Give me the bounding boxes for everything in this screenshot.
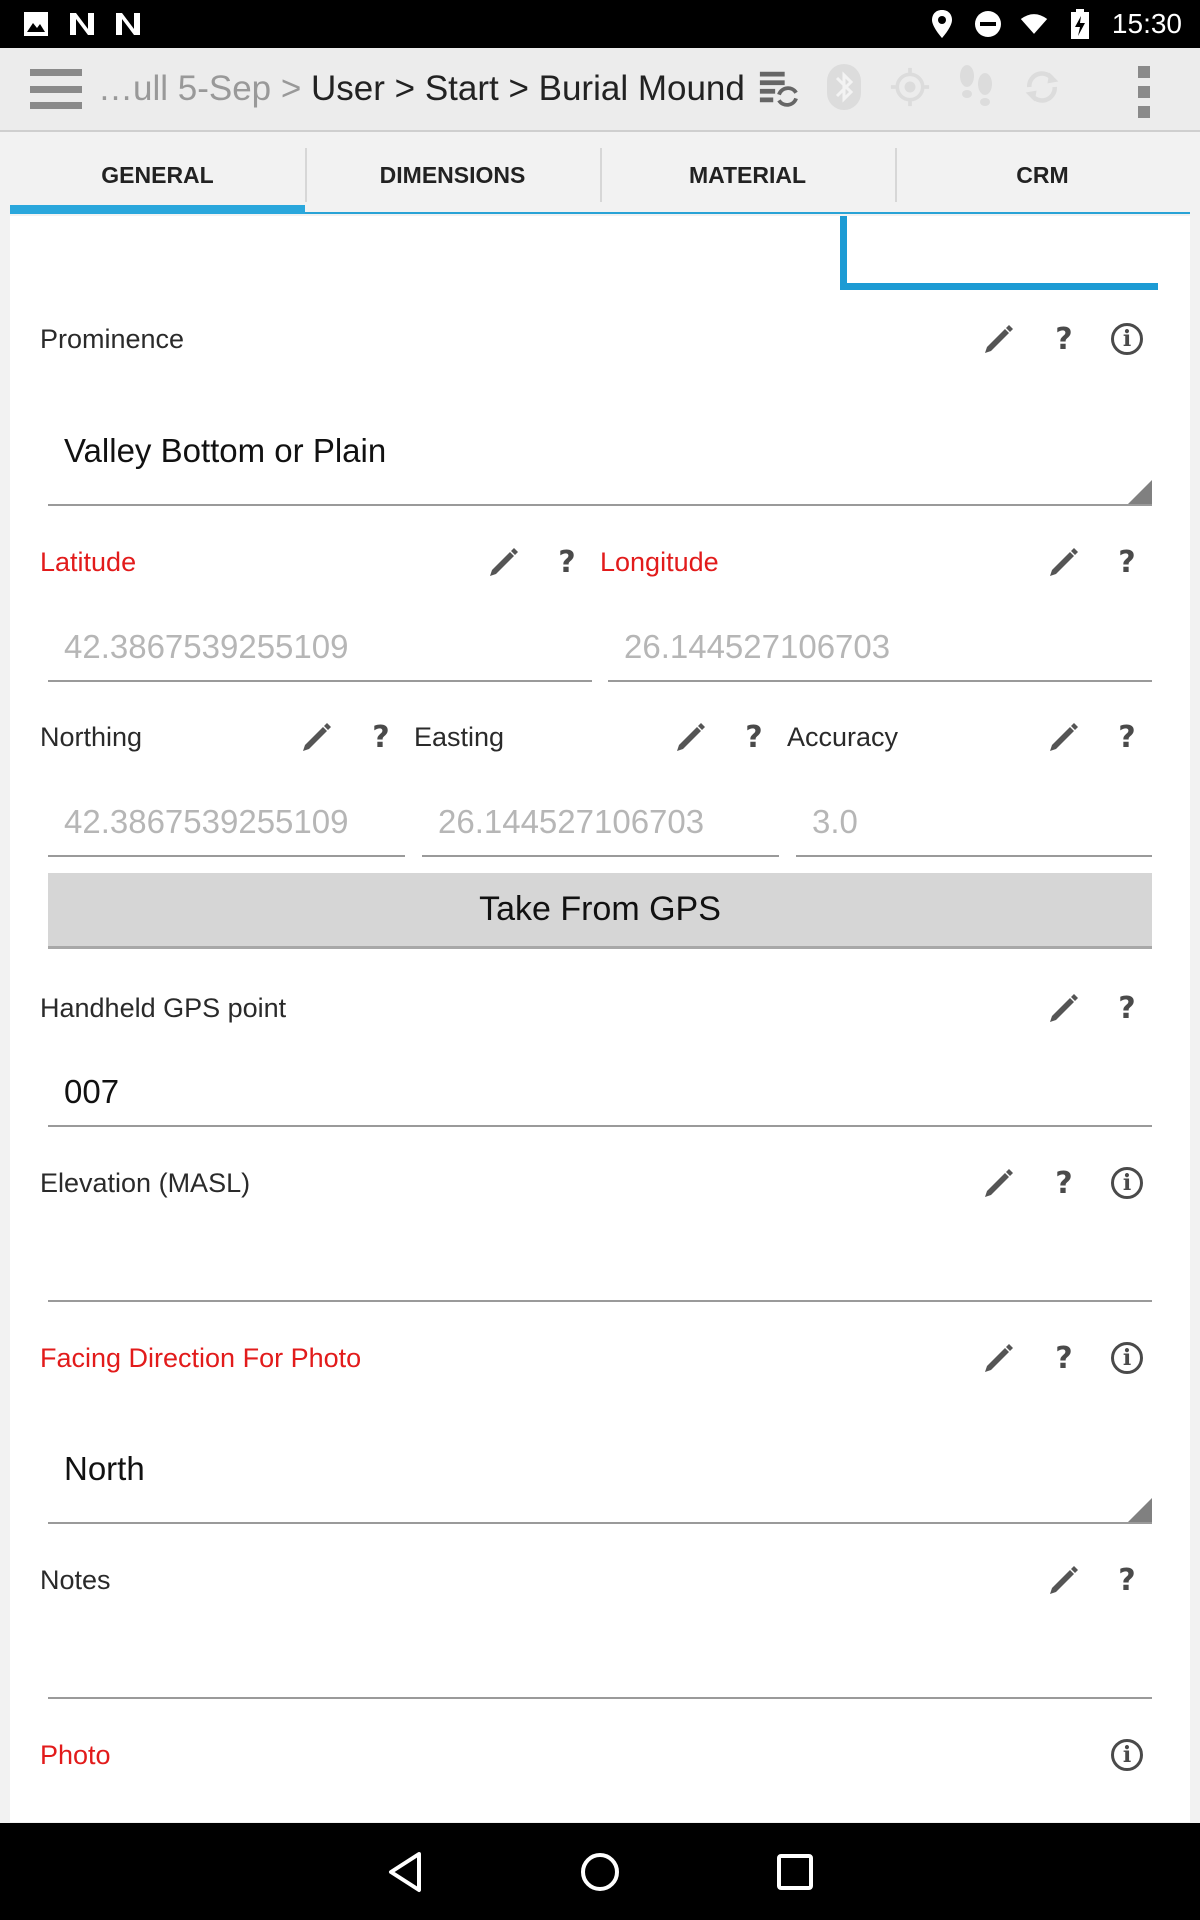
help-icon[interactable]: ? xyxy=(1108,543,1146,581)
accuracy-placeholder: 3.0 xyxy=(812,803,858,840)
handheld-gps-label: Handheld GPS point xyxy=(40,993,287,1023)
pencil-icon[interactable] xyxy=(1045,718,1083,756)
clock: 15:30 xyxy=(1111,8,1182,39)
northing-label: Northing xyxy=(40,722,143,752)
n-icon xyxy=(114,10,142,38)
tab-crm[interactable]: CRM xyxy=(895,148,1190,214)
help-icon[interactable]: ? xyxy=(1108,718,1146,756)
notes-input[interactable] xyxy=(48,1625,1152,1699)
accuracy-input[interactable]: 3.0 xyxy=(796,785,1152,857)
footsteps-icon[interactable] xyxy=(956,62,996,112)
help-icon[interactable]: ? xyxy=(1045,320,1083,358)
elevation-input[interactable] xyxy=(48,1230,1152,1302)
facing-direction-select[interactable]: North xyxy=(48,1438,1152,1524)
n-icon xyxy=(68,10,96,38)
dropdown-indicator-icon xyxy=(1128,1498,1152,1522)
help-icon[interactable]: ? xyxy=(735,718,773,756)
notes-label: Notes xyxy=(40,1565,111,1595)
longitude-input[interactable]: 26.144527106703 xyxy=(608,610,1152,682)
tab-material[interactable]: MATERIAL xyxy=(600,148,895,214)
pencil-icon[interactable] xyxy=(1045,989,1083,1027)
back-icon[interactable] xyxy=(380,1847,430,1897)
elevation-label: Elevation (MASL) xyxy=(40,1168,251,1198)
breadcrumb-path: User > Start > Burial Mound xyxy=(311,69,745,108)
info-glyph: i xyxy=(1111,1342,1143,1374)
longitude-placeholder: 26.144527106703 xyxy=(624,628,891,665)
easting-label: Easting xyxy=(414,722,505,752)
northing-input[interactable]: 42.3867539255109 xyxy=(48,785,405,857)
overflow-menu-icon[interactable] xyxy=(1138,66,1150,118)
menu-icon[interactable] xyxy=(30,69,82,109)
latitude-label: Latitude xyxy=(40,547,137,577)
prominence-select[interactable]: Valley Bottom or Plain xyxy=(48,420,1152,506)
refresh-icon[interactable] xyxy=(1022,62,1062,112)
pencil-icon[interactable] xyxy=(672,718,710,756)
gps-target-icon[interactable] xyxy=(890,62,930,112)
highlight-frame xyxy=(840,216,1158,290)
easting-placeholder: 26.144527106703 xyxy=(438,803,705,840)
accuracy-label: Accuracy xyxy=(787,722,899,752)
do-not-disturb-icon xyxy=(974,10,1002,38)
tab-dimensions[interactable]: DIMENSIONS xyxy=(305,148,600,214)
help-icon[interactable]: ? xyxy=(548,543,586,581)
prominence-value: Valley Bottom or Plain xyxy=(64,432,387,469)
tab-general[interactable]: GENERAL xyxy=(10,148,305,214)
info-glyph: i xyxy=(1111,323,1143,355)
info-icon[interactable]: i xyxy=(1108,1339,1146,1377)
pencil-icon[interactable] xyxy=(485,543,523,581)
help-icon[interactable]: ? xyxy=(1108,989,1146,1027)
recents-icon[interactable] xyxy=(770,1847,820,1897)
prominence-label: Prominence xyxy=(40,324,185,354)
bluetooth-icon[interactable] xyxy=(824,62,864,112)
info-glyph: i xyxy=(1111,1739,1143,1771)
info-icon[interactable]: i xyxy=(1108,1164,1146,1202)
facing-direction-value: North xyxy=(64,1450,145,1487)
wifi-icon xyxy=(1020,10,1048,38)
pencil-icon[interactable] xyxy=(980,1339,1018,1377)
northing-placeholder: 42.3867539255109 xyxy=(64,803,349,840)
facing-direction-label: Facing Direction For Photo xyxy=(40,1343,362,1373)
help-icon[interactable]: ? xyxy=(1045,1339,1083,1377)
pencil-icon[interactable] xyxy=(980,320,1018,358)
take-from-gps-button[interactable]: Take From GPS xyxy=(48,873,1152,949)
status-bar: 15:30 xyxy=(0,0,1200,48)
pencil-icon[interactable] xyxy=(980,1164,1018,1202)
home-icon[interactable] xyxy=(575,1847,625,1897)
breadcrumb-prefix: …ull 5-Sep > xyxy=(98,69,312,108)
image-icon xyxy=(22,10,50,38)
dropdown-indicator-icon xyxy=(1128,480,1152,504)
help-icon[interactable]: ? xyxy=(1045,1164,1083,1202)
latitude-placeholder: 42.3867539255109 xyxy=(64,628,349,665)
info-icon[interactable]: i xyxy=(1108,320,1146,358)
battery-charging-icon xyxy=(1066,9,1094,39)
breadcrumb[interactable]: …ull 5-Sep > User > Start > Burial Mound xyxy=(98,69,745,109)
navigation-bar xyxy=(0,1823,1200,1920)
handheld-gps-input[interactable]: 007 xyxy=(48,1055,1152,1127)
handheld-gps-value: 007 xyxy=(64,1073,120,1110)
sync-list-icon[interactable] xyxy=(758,62,798,112)
app-toolbar: …ull 5-Sep > User > Start > Burial Mound xyxy=(0,48,1200,132)
pencil-icon[interactable] xyxy=(1045,543,1083,581)
info-icon[interactable]: i xyxy=(1108,1736,1146,1774)
location-icon xyxy=(928,10,956,38)
help-icon[interactable]: ? xyxy=(362,718,400,756)
easting-input[interactable]: 26.144527106703 xyxy=(422,785,779,857)
tab-bar: GENERAL DIMENSIONS MATERIAL CRM xyxy=(10,148,1190,214)
info-glyph: i xyxy=(1111,1167,1143,1199)
help-icon[interactable]: ? xyxy=(1108,1561,1146,1599)
longitude-label: Longitude xyxy=(600,547,719,577)
latitude-input[interactable]: 42.3867539255109 xyxy=(48,610,592,682)
pencil-icon[interactable] xyxy=(1045,1561,1083,1599)
pencil-icon[interactable] xyxy=(298,718,336,756)
photo-label: Photo xyxy=(40,1740,111,1770)
